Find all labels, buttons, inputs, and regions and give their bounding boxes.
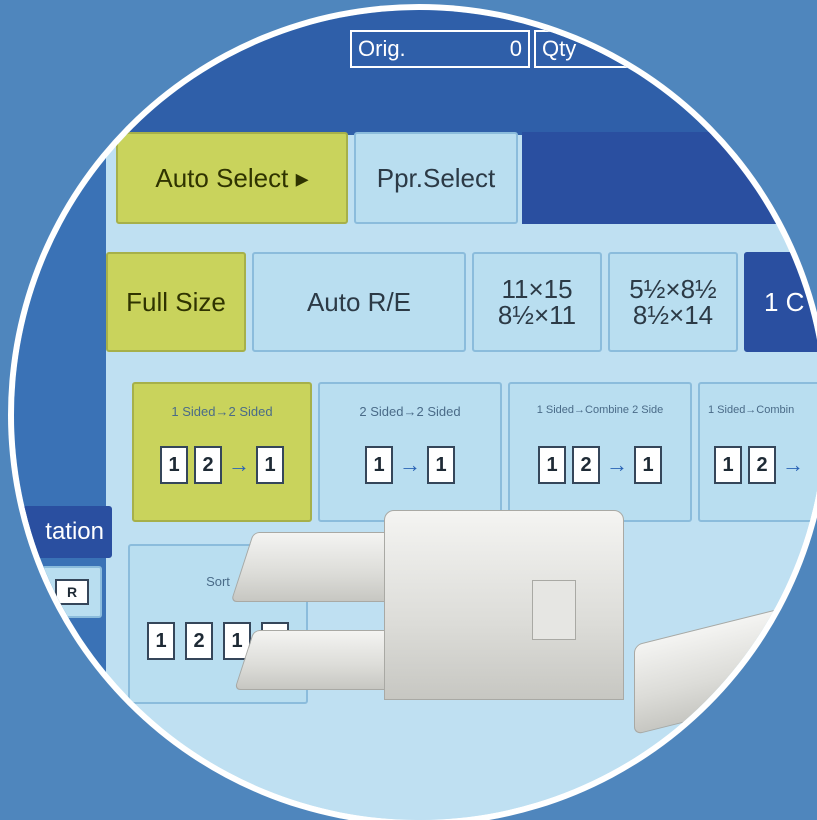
page-icon: 2 <box>185 622 213 660</box>
partial-ratio-label: 1 C <box>764 286 805 317</box>
page-icon: 2 <box>194 446 222 484</box>
combine-1side-icon: 1 2 → <box>700 446 817 484</box>
duplex-1to2-button[interactable]: 1 Sided→2 Sided 1 2 → 1 <box>132 382 312 522</box>
page-icon: 1 <box>634 446 662 484</box>
full-size-button[interactable]: Full Size <box>106 252 246 352</box>
page-icon: 1 <box>538 446 566 484</box>
originals-counter: Orig. 0 <box>350 30 530 68</box>
duplex-2to2-icon: 1 → 1 <box>320 446 500 484</box>
duplex-2to2-button[interactable]: 2 Sided→2 Sided 1 → 1 <box>318 382 502 522</box>
page-icon: 2 <box>572 446 600 484</box>
reduce-b-from: 5½×8½ <box>629 274 717 304</box>
page-icon: 1 <box>427 446 455 484</box>
combine-2side-label: 1 Sided→Combine 2 Side <box>536 404 664 416</box>
reduce-11x15-to-letter-button[interactable]: 11×15 8½×11 <box>472 252 602 352</box>
left-side-strip <box>14 135 106 820</box>
orientation-icon-button[interactable]: R <box>42 566 102 618</box>
auto-select-button[interactable]: Auto Select ▸ <box>116 132 348 224</box>
page-icon: 2 <box>748 446 776 484</box>
status-bar <box>14 10 817 135</box>
combine-1side-button[interactable]: 1 Sided→Combin 1 2 → <box>698 382 817 522</box>
arrow-right-icon: → <box>399 452 421 477</box>
paper-select-button[interactable]: Ppr.Select <box>354 132 518 224</box>
combine-2side-icon: 1 2 → 1 <box>510 446 690 484</box>
arrow-right-icon: → <box>782 452 804 477</box>
page-icon: 1 <box>256 446 284 484</box>
page-icon: 1 <box>714 446 742 484</box>
duplex-1to2-icon: 1 2 → 1 <box>134 446 310 484</box>
enlarge-statement-to-legal-button[interactable]: 5½×8½ 8½×14 <box>608 252 738 352</box>
partial-ratio-button[interactable]: 1 C <box>744 252 817 352</box>
touch-panel-closeup: Orig. 0 Qty Auto Select ▸ Ppr.Select Ful… <box>14 10 817 820</box>
paper-select-label: Ppr.Select <box>376 162 496 193</box>
qty-label: Qty <box>542 36 577 61</box>
page-icon: 1 <box>365 446 393 484</box>
auto-re-label: Auto R/E <box>306 286 412 317</box>
orig-label: Orig. <box>358 36 406 61</box>
reduce-a-to: 8½×11 <box>497 300 577 330</box>
page-icon: 1 <box>147 622 175 660</box>
full-size-label: Full Size <box>126 286 226 317</box>
reduce-a-from: 11×15 <box>501 274 573 304</box>
finisher-unit <box>384 510 624 700</box>
page-icon: 1 <box>160 446 188 484</box>
finisher-door-panel <box>532 580 576 640</box>
duplex-1to2-label: 1 Sided→2 Sided <box>171 404 273 419</box>
duplex-2to2-label: 2 Sided→2 Sided <box>359 404 461 419</box>
orientation-label: tation <box>45 518 104 545</box>
reduce-b-to: 8½×14 <box>632 300 714 330</box>
combine-1side-label: 1 Sided→Combin <box>708 404 795 416</box>
arrow-right-icon: → <box>228 452 250 477</box>
orig-count: 0 <box>509 36 522 61</box>
quantity-counter: Qty <box>534 30 654 68</box>
auto-select-label: Auto Select ▸ <box>155 162 309 193</box>
orientation-icon: R <box>55 579 89 605</box>
orientation-button[interactable]: tation <box>14 506 112 558</box>
arrow-right-icon: → <box>606 452 628 477</box>
auto-reduce-enlarge-button[interactable]: Auto R/E <box>252 252 466 352</box>
paper-tray-panel <box>522 132 817 224</box>
combine-2side-button[interactable]: 1 Sided→Combine 2 Side 1 2 → 1 <box>508 382 692 522</box>
